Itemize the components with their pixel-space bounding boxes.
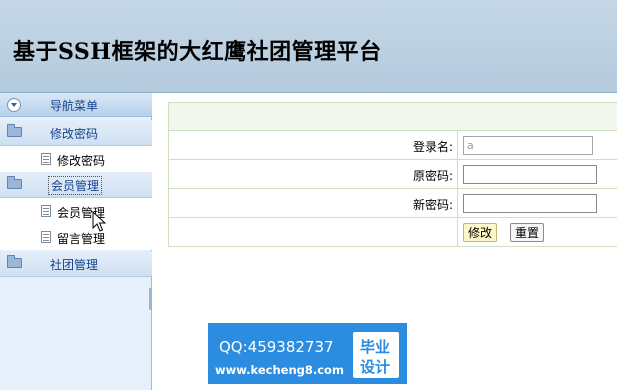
sidebar-item-change-password[interactable]: 修改密码 [0,146,152,172]
watermark-banner: QQ:459382737 www.kecheng8.com 毕业 设计 [208,323,407,384]
document-icon [41,153,51,165]
username-label: 登录名: [412,140,453,154]
old-password-field[interactable] [463,165,597,184]
watermark-badge: 毕业 设计 [353,332,399,378]
new-password-field[interactable] [463,194,597,213]
column-divider [457,131,458,159]
sidebar-group-change-password[interactable]: 修改密码 [0,120,152,146]
new-password-label: 新密码: [412,198,453,212]
watermark-website: www.kecheng8.com [215,363,344,377]
collapse-toggle-icon[interactable] [7,98,21,112]
sidebar-resize-handle[interactable] [149,288,152,310]
sidebar-group-label: 修改密码 [50,127,99,141]
watermark-qq: QQ:459382737 [219,338,334,356]
form-title-bar [169,103,617,131]
change-password-form: 登录名: 原密码: 新密码: 修改 重置 [168,102,617,247]
sidebar-title: 导航菜单 [50,99,99,113]
sidebar: 导航菜单 修改密码 修改密码 会员管理 会员管理 留言管理 社团管理 [0,93,152,390]
sidebar-item-message-management[interactable]: 留言管理 [0,224,152,250]
form-actions-row: 修改 重置 [169,218,617,247]
sidebar-item-label: 修改密码 [57,154,106,168]
old-password-row: 原密码: [169,160,617,189]
document-icon [41,231,51,243]
folder-icon [7,124,22,137]
sidebar-item-member-management[interactable]: 会员管理 [0,198,152,224]
sidebar-group-label: 社团管理 [50,258,99,272]
column-divider [457,218,458,246]
page-title: 基于SSH框架的大红鹰社团管理平台 [13,39,382,65]
document-icon [41,205,51,217]
username-field[interactable] [463,136,593,155]
mouse-cursor-icon [92,211,106,232]
badge-line-1: 毕业 [360,338,391,356]
old-password-label: 原密码: [412,169,453,183]
column-divider [457,160,458,188]
badge-line-2: 设计 [360,358,391,376]
sidebar-group-member-management[interactable]: 会员管理 [0,172,152,198]
page-header: 基于SSH框架的大红鹰社团管理平台 [0,0,617,93]
folder-icon [7,255,22,268]
column-divider [457,189,458,217]
new-password-row: 新密码: [169,189,617,218]
submit-button[interactable]: 修改 [463,223,498,242]
username-row: 登录名: [169,131,617,160]
reset-button[interactable]: 重置 [510,223,545,242]
folder-icon [7,176,22,189]
sidebar-group-club-management[interactable]: 社团管理 [0,251,152,277]
sidebar-header[interactable]: 导航菜单 [0,93,152,117]
sidebar-group-label: 会员管理 [48,176,103,195]
